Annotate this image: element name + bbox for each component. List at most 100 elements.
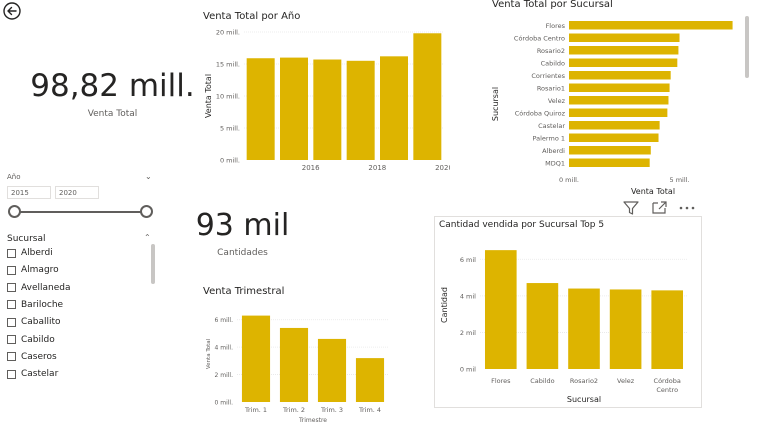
slicer-sucursal-item-label: Almagro xyxy=(21,265,59,276)
bar xyxy=(569,33,680,42)
slicer-anio-to-input[interactable]: 2020 xyxy=(55,186,99,199)
x-axis-label: Venta Total xyxy=(631,187,675,196)
checkbox[interactable] xyxy=(7,335,16,344)
bar xyxy=(569,21,733,30)
bar xyxy=(569,121,660,130)
slicer-sucursal-item-label: Bariloche xyxy=(21,299,64,310)
y-tick-label: 0 mil xyxy=(460,366,476,374)
slicer-anio-end-handle[interactable] xyxy=(140,205,153,218)
y-tick-label: 0 mill. xyxy=(220,157,240,165)
slicer-sucursal-item-label: Avellaneda xyxy=(21,282,71,293)
y-tick-label: Palermo 1 xyxy=(533,134,565,142)
bar xyxy=(484,250,517,369)
y-tick-label: 2 mill. xyxy=(215,372,234,379)
x-tick-label: Cabildo xyxy=(530,377,554,385)
chart-venta-sucursal-scrollbar[interactable] xyxy=(745,16,749,78)
x-tick-label: Centro xyxy=(656,386,678,394)
more-options-button[interactable] xyxy=(678,200,696,216)
x-tick-label: 5 mill. xyxy=(670,176,690,184)
x-axis-label: Trimestre xyxy=(298,417,327,424)
back-button[interactable] xyxy=(3,2,21,20)
bar xyxy=(569,133,659,142)
kpi-cantidades-value: 93 mil xyxy=(195,208,290,243)
y-axis-label: Cantidad xyxy=(440,287,449,323)
checkbox[interactable] xyxy=(7,265,16,275)
y-tick-label: Castelar xyxy=(538,122,565,130)
checkbox[interactable] xyxy=(7,352,16,362)
filter-button[interactable] xyxy=(622,200,640,216)
slicer-anio-slider-track[interactable] xyxy=(15,211,148,213)
bar xyxy=(317,338,347,402)
slicer-sucursal-title: Sucursal xyxy=(7,234,46,244)
checkbox[interactable] xyxy=(7,248,16,258)
slicer-sucursal-item[interactable]: Almagro xyxy=(7,262,59,278)
slicer-sucursal-item[interactable]: Alberdi xyxy=(7,245,53,261)
checkbox[interactable] xyxy=(7,317,16,327)
checkbox[interactable] xyxy=(7,369,16,379)
y-tick-label: Alberdi xyxy=(542,147,565,155)
y-tick-label: Corrientes xyxy=(531,72,565,80)
slicer-sucursal-item[interactable]: Bariloche xyxy=(7,297,63,313)
y-tick-label: Rosario2 xyxy=(537,47,565,55)
x-axis-label: Sucursal xyxy=(567,395,601,404)
bar xyxy=(569,58,678,67)
slicer-sucursal-item[interactable]: Cabildo xyxy=(7,332,55,348)
x-tick-label: Trim. 2 xyxy=(282,406,305,414)
y-tick-label: 15 mill. xyxy=(216,61,240,69)
x-tick-label: Velez xyxy=(617,377,635,385)
slicer-sucursal-item[interactable]: Caballito xyxy=(7,314,61,330)
x-tick-label: Córdoba xyxy=(654,377,681,385)
slicer-sucursal-item-label: Caballito xyxy=(21,317,61,328)
checkbox[interactable] xyxy=(7,300,16,310)
slicer-sucursal-item-label: Cabildo xyxy=(21,334,55,345)
y-tick-label: 6 mil xyxy=(460,256,476,264)
chart-venta-anio-title: Venta Total por Año xyxy=(203,11,301,22)
bar xyxy=(346,60,375,160)
slicer-sucursal-item[interactable]: Avellaneda xyxy=(7,280,70,296)
slicer-sucursal-item[interactable]: Castelar xyxy=(7,366,58,382)
slicer-sucursal-scrollbar[interactable] xyxy=(151,244,155,284)
x-tick-label: 2016 xyxy=(302,164,320,172)
y-tick-label: Flores xyxy=(546,22,566,30)
bar xyxy=(569,108,668,117)
bar xyxy=(569,158,650,167)
y-tick-label: 10 mill. xyxy=(216,93,240,101)
checkbox[interactable] xyxy=(7,283,16,293)
bar xyxy=(313,59,342,160)
chevron-down-icon[interactable]: ⌄ xyxy=(145,172,152,181)
bar xyxy=(355,358,385,402)
y-tick-label: 2 mil xyxy=(460,329,476,337)
bar xyxy=(568,288,600,369)
x-tick-label: Flores xyxy=(491,377,511,385)
bar xyxy=(609,289,642,369)
y-tick-label: 4 mill. xyxy=(215,345,234,352)
slicer-sucursal-item-label: Caseros xyxy=(21,351,57,362)
x-tick-label: Trim. 1 xyxy=(244,406,267,414)
x-tick-label: 2020 xyxy=(435,164,450,172)
bar xyxy=(569,146,651,155)
more-options-icon xyxy=(679,206,695,210)
slicer-anio-start-handle[interactable] xyxy=(8,205,21,218)
bar xyxy=(651,290,684,369)
focus-mode-button[interactable] xyxy=(650,200,668,216)
y-axis-label: Venta Total xyxy=(206,338,212,369)
filter-icon xyxy=(623,201,639,215)
bar xyxy=(280,57,308,160)
chart-venta-sucursal[interactable]: Flores Córdoba Centro Rosario2 Cabildo Corri… xyxy=(488,14,750,198)
chart-venta-anio[interactable]: 0 mill. 5 mill. 10 mill. 15 mill. 20 mill. 20… xyxy=(200,22,450,178)
bar xyxy=(569,46,679,55)
x-tick-label: Rosario2 xyxy=(570,377,598,385)
kpi-cantidades-label: Cantidades xyxy=(217,248,268,258)
chevron-up-icon[interactable]: ⌃ xyxy=(144,233,151,242)
x-tick-label: 0 mill. xyxy=(559,176,579,184)
slicer-sucursal-item[interactable]: Caseros xyxy=(7,349,57,365)
chart-venta-trimestral[interactable]: 0 mill. 2 mill. 4 mill. 6 mill. Trim. 1 Trim.… xyxy=(200,298,400,424)
y-tick-label: Velez xyxy=(548,97,566,105)
bar xyxy=(279,327,309,402)
y-tick-label: Córdoba Centro xyxy=(514,34,565,42)
chart-cantidad-top5[interactable]: 0 mil 2 mil 4 mil 6 mil Flores Cabildo Rosario… xyxy=(436,232,700,406)
slicer-anio-title: Año xyxy=(7,173,21,181)
slicer-anio-from-input[interactable]: 2015 xyxy=(7,186,51,199)
kpi-venta-total-label: Venta Total xyxy=(87,109,138,119)
kpi-venta-total-value: 98,82 mill. xyxy=(30,68,195,104)
